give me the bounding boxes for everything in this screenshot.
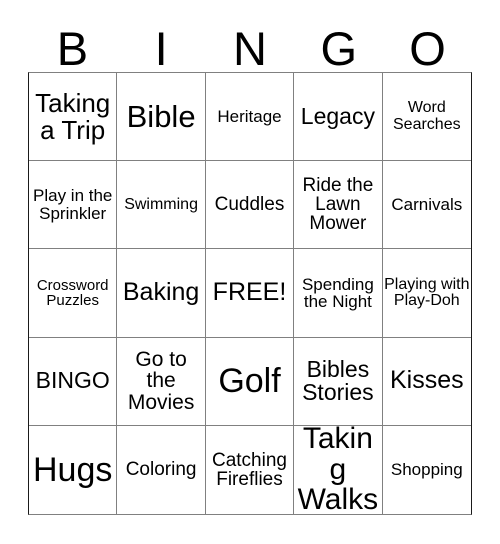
bingo-grid: Taking a Trip Bible Heritage Legacy Word…	[28, 72, 472, 515]
bingo-header-letter-n: N	[233, 22, 267, 75]
bingo-cell[interactable]: Catching Fireflies	[205, 425, 295, 514]
bingo-cell[interactable]: Word Searches	[382, 73, 471, 162]
bingo-cell[interactable]: Go to the Movies	[117, 337, 206, 426]
bingo-cell-label: Spending the Night	[301, 274, 374, 311]
bingo-cell-label: Carnivals	[391, 195, 463, 215]
bingo-cell[interactable]: Bible	[117, 73, 206, 162]
bingo-cell[interactable]: Shopping	[382, 425, 471, 514]
bingo-cell[interactable]: Golf	[205, 337, 295, 426]
bingo-cell-label: Coloring	[125, 459, 197, 481]
bingo-cell-label: Legacy	[300, 102, 375, 129]
bingo-cell[interactable]: Coloring	[117, 425, 206, 514]
bingo-cell[interactable]: Hugs	[29, 425, 118, 514]
bingo-cell-label: Catching Fireflies	[211, 449, 287, 490]
bingo-cell[interactable]: Spending the Night	[294, 249, 383, 338]
bingo-cell[interactable]: Kisses	[382, 337, 471, 426]
bingo-cell[interactable]: Heritage	[205, 73, 295, 162]
bingo-header-letter-b: B	[56, 22, 89, 75]
bingo-cell-label: Bible	[126, 98, 196, 134]
bingo-free-label: FREE!	[212, 278, 287, 307]
bingo-cell[interactable]: Play in the Sprinkler	[29, 161, 118, 250]
bingo-cell-label: Taking Walks	[297, 425, 379, 514]
bingo-cell-label: Bibles Stories	[302, 355, 374, 406]
bingo-header-letter-i: I	[154, 22, 168, 75]
bingo-cell-label: Swimming	[124, 195, 198, 213]
bingo-header-letter-g: G	[320, 22, 358, 75]
bingo-cell[interactable]: Carnivals	[382, 161, 471, 250]
bingo-cell-label: Taking a Trip	[35, 88, 111, 145]
bingo-cell[interactable]: Legacy	[294, 73, 383, 162]
bingo-cell-label: Crossword Puzzles	[36, 276, 109, 309]
bingo-cell-label: Heritage	[217, 106, 282, 126]
bingo-cell[interactable]: Swimming	[117, 161, 206, 250]
bingo-cell-label: Kisses	[389, 366, 464, 395]
bingo-cell[interactable]: Baking	[117, 249, 206, 338]
bingo-cell-free[interactable]: FREE!	[205, 249, 295, 338]
bingo-cell[interactable]: Bibles Stories	[294, 337, 383, 426]
bingo-cell-label: BINGO	[35, 367, 110, 394]
bingo-cell-label: Go to the Movies	[127, 348, 195, 414]
bingo-cell-label: Playing with Play-Doh	[384, 275, 470, 309]
bingo-cell[interactable]: Ride the Lawn Mower	[294, 161, 383, 250]
bingo-cell[interactable]: Taking Walks	[294, 425, 383, 514]
bingo-cell[interactable]: BINGO	[29, 337, 118, 426]
bingo-header-row: B I N G O	[28, 14, 472, 72]
bingo-cell[interactable]: Playing with Play-Doh	[382, 249, 471, 338]
bingo-cell-label: Shopping	[390, 460, 463, 480]
bingo-card: B I N G O Taking a Trip Bible Heritage L…	[0, 0, 500, 544]
bingo-cell-label: Ride the Lawn Mower	[302, 174, 374, 235]
bingo-cell[interactable]: Crossword Puzzles	[29, 249, 118, 338]
bingo-cell-label: Play in the Sprinkler	[33, 186, 113, 223]
bingo-cell-label: Word Searches	[393, 99, 461, 133]
bingo-header-letter-o: O	[409, 22, 446, 75]
bingo-cell[interactable]: Taking a Trip	[29, 73, 118, 162]
bingo-cell-label: Golf	[218, 361, 281, 400]
bingo-cell-label: Baking	[122, 278, 200, 307]
bingo-cell[interactable]: Cuddles	[205, 161, 295, 250]
bingo-cell-label: Cuddles	[214, 194, 285, 216]
bingo-cell-label: Hugs	[33, 450, 113, 489]
